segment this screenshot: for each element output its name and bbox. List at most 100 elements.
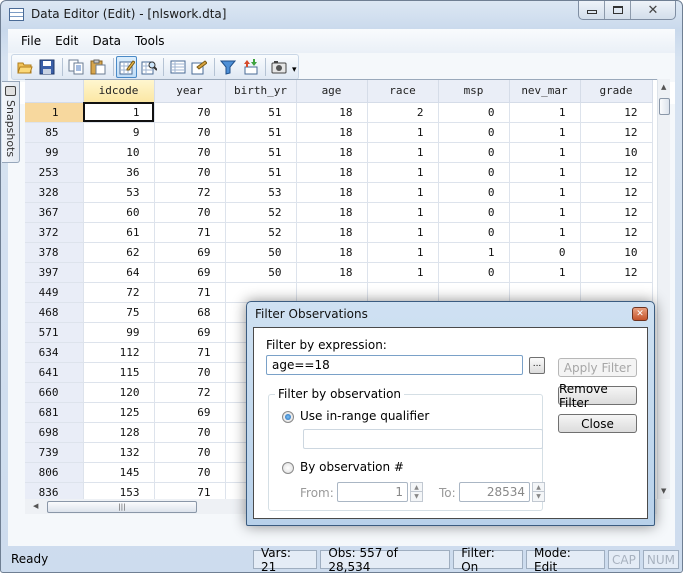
dialog-close-button[interactable]: ✕: [632, 307, 648, 321]
cell-birth_yr[interactable]: 51: [225, 162, 297, 183]
cell-idcode[interactable]: 99: [83, 322, 155, 343]
cell-year[interactable]: 70: [154, 422, 226, 443]
browse-mode-button[interactable]: [138, 56, 159, 78]
cell-grade[interactable]: 10: [580, 142, 653, 163]
menu-data[interactable]: Data: [85, 34, 128, 48]
spin-down-icon[interactable]: ▼: [411, 492, 422, 501]
cell-birth_yr[interactable]: 51: [225, 142, 297, 163]
minimize-button[interactable]: [579, 1, 605, 19]
cell-msp[interactable]: 0: [438, 142, 510, 163]
observation-number[interactable]: 397: [25, 262, 84, 283]
cell-age[interactable]: 18: [296, 222, 368, 243]
cell-age[interactable]: 18: [296, 142, 368, 163]
cell-year[interactable]: 72: [154, 382, 226, 403]
cell-race[interactable]: 1: [367, 182, 439, 203]
from-spinner[interactable]: ▲ ▼: [410, 482, 423, 502]
column-header-msp[interactable]: msp: [438, 80, 510, 103]
variables-manager-button[interactable]: [167, 56, 188, 78]
save-button[interactable]: [37, 56, 58, 78]
cell-age[interactable]: 18: [296, 202, 368, 223]
spin-down-icon[interactable]: ▼: [533, 492, 544, 501]
to-input[interactable]: 28534: [459, 482, 530, 502]
cell-idcode[interactable]: 120: [83, 382, 155, 403]
corner-cell[interactable]: [25, 80, 84, 103]
cell-idcode[interactable]: 62: [83, 242, 155, 263]
open-button[interactable]: [15, 56, 36, 78]
cell-race[interactable]: 1: [367, 262, 439, 283]
observation-number[interactable]: 1: [25, 102, 84, 123]
cell-grade[interactable]: 12: [580, 202, 653, 223]
vertical-scrollbar[interactable]: ▲ ▼: [657, 79, 670, 499]
scroll-left-icon[interactable]: ◀: [33, 502, 38, 510]
cell-race[interactable]: 1: [367, 122, 439, 143]
cell-idcode[interactable]: 9: [83, 122, 155, 143]
cell-birth_yr[interactable]: 51: [225, 122, 297, 143]
column-header-grade[interactable]: grade: [580, 80, 653, 103]
cell-msp[interactable]: 0: [438, 262, 510, 283]
cell-year[interactable]: 71: [154, 342, 226, 363]
expression-builder-button[interactable]: ...: [529, 357, 545, 374]
menu-edit[interactable]: Edit: [48, 34, 85, 48]
cell-idcode[interactable]: 64: [83, 262, 155, 283]
observation-number[interactable]: 85: [25, 122, 84, 143]
cell-age[interactable]: 18: [296, 242, 368, 263]
cell-msp[interactable]: 0: [438, 222, 510, 243]
spin-up-icon[interactable]: ▲: [533, 483, 544, 492]
menu-tools[interactable]: Tools: [128, 34, 172, 48]
observation-number[interactable]: 806: [25, 462, 84, 483]
observation-number-radio[interactable]: [282, 462, 294, 474]
scroll-down-icon[interactable]: ▼: [661, 487, 666, 495]
cell-idcode[interactable]: 1: [83, 102, 155, 123]
observation-number[interactable]: 449: [25, 282, 84, 303]
menu-file[interactable]: File: [14, 34, 48, 48]
observation-number[interactable]: 571: [25, 322, 84, 343]
in-range-radio[interactable]: [282, 411, 294, 423]
cell-year[interactable]: 71: [154, 282, 226, 303]
edit-mode-button[interactable]: [116, 56, 138, 78]
cell-birth_yr[interactable]: 52: [225, 222, 297, 243]
cell-birth_yr[interactable]: 53: [225, 182, 297, 203]
paste-button[interactable]: [88, 56, 109, 78]
cell-race[interactable]: [367, 282, 439, 303]
toolbar-overflow-button[interactable]: ▾: [290, 56, 298, 78]
cell-age[interactable]: 18: [296, 102, 368, 123]
cell-birth_yr[interactable]: 52: [225, 202, 297, 223]
cell-nev_mar[interactable]: 1: [509, 102, 581, 123]
horizontal-scroll-thumb[interactable]: |||: [47, 501, 197, 513]
cell-year[interactable]: 72: [154, 182, 226, 203]
snapshot-button[interactable]: [269, 56, 290, 78]
cell-grade[interactable]: 12: [580, 182, 653, 203]
observation-number[interactable]: 634: [25, 342, 84, 363]
cell-msp[interactable]: [438, 282, 510, 303]
cell-race[interactable]: 1: [367, 162, 439, 183]
to-spinner[interactable]: ▲ ▼: [532, 482, 545, 502]
cell-nev_mar[interactable]: 0: [509, 242, 581, 263]
cell-idcode[interactable]: 153: [83, 482, 155, 499]
cell-grade[interactable]: 12: [580, 162, 653, 183]
apply-filter-button[interactable]: Apply Filter: [558, 358, 637, 377]
cell-grade[interactable]: 12: [580, 222, 653, 243]
cell-idcode[interactable]: 112: [83, 342, 155, 363]
cell-idcode[interactable]: 115: [83, 362, 155, 383]
vertical-scroll-thumb[interactable]: [659, 98, 670, 115]
cell-grade[interactable]: [580, 282, 653, 303]
cell-year[interactable]: 70: [154, 462, 226, 483]
cell-idcode[interactable]: 128: [83, 422, 155, 443]
cell-nev_mar[interactable]: 1: [509, 182, 581, 203]
cell-year[interactable]: 70: [154, 162, 226, 183]
copy-button[interactable]: [66, 56, 87, 78]
in-range-input[interactable]: [303, 429, 543, 449]
cell-year[interactable]: 71: [154, 222, 226, 243]
cell-age[interactable]: 18: [296, 262, 368, 283]
cell-year[interactable]: 70: [154, 442, 226, 463]
cell-nev_mar[interactable]: 1: [509, 222, 581, 243]
column-header-nev_mar[interactable]: nev_mar: [509, 80, 581, 103]
cell-year[interactable]: 70: [154, 202, 226, 223]
observation-number[interactable]: 99: [25, 142, 84, 163]
observation-number[interactable]: 681: [25, 402, 84, 423]
column-header-race[interactable]: race: [367, 80, 439, 103]
cell-year[interactable]: 70: [154, 102, 226, 123]
cell-race[interactable]: 2: [367, 102, 439, 123]
cell-idcode[interactable]: 72: [83, 282, 155, 303]
cell-idcode[interactable]: 125: [83, 402, 155, 423]
